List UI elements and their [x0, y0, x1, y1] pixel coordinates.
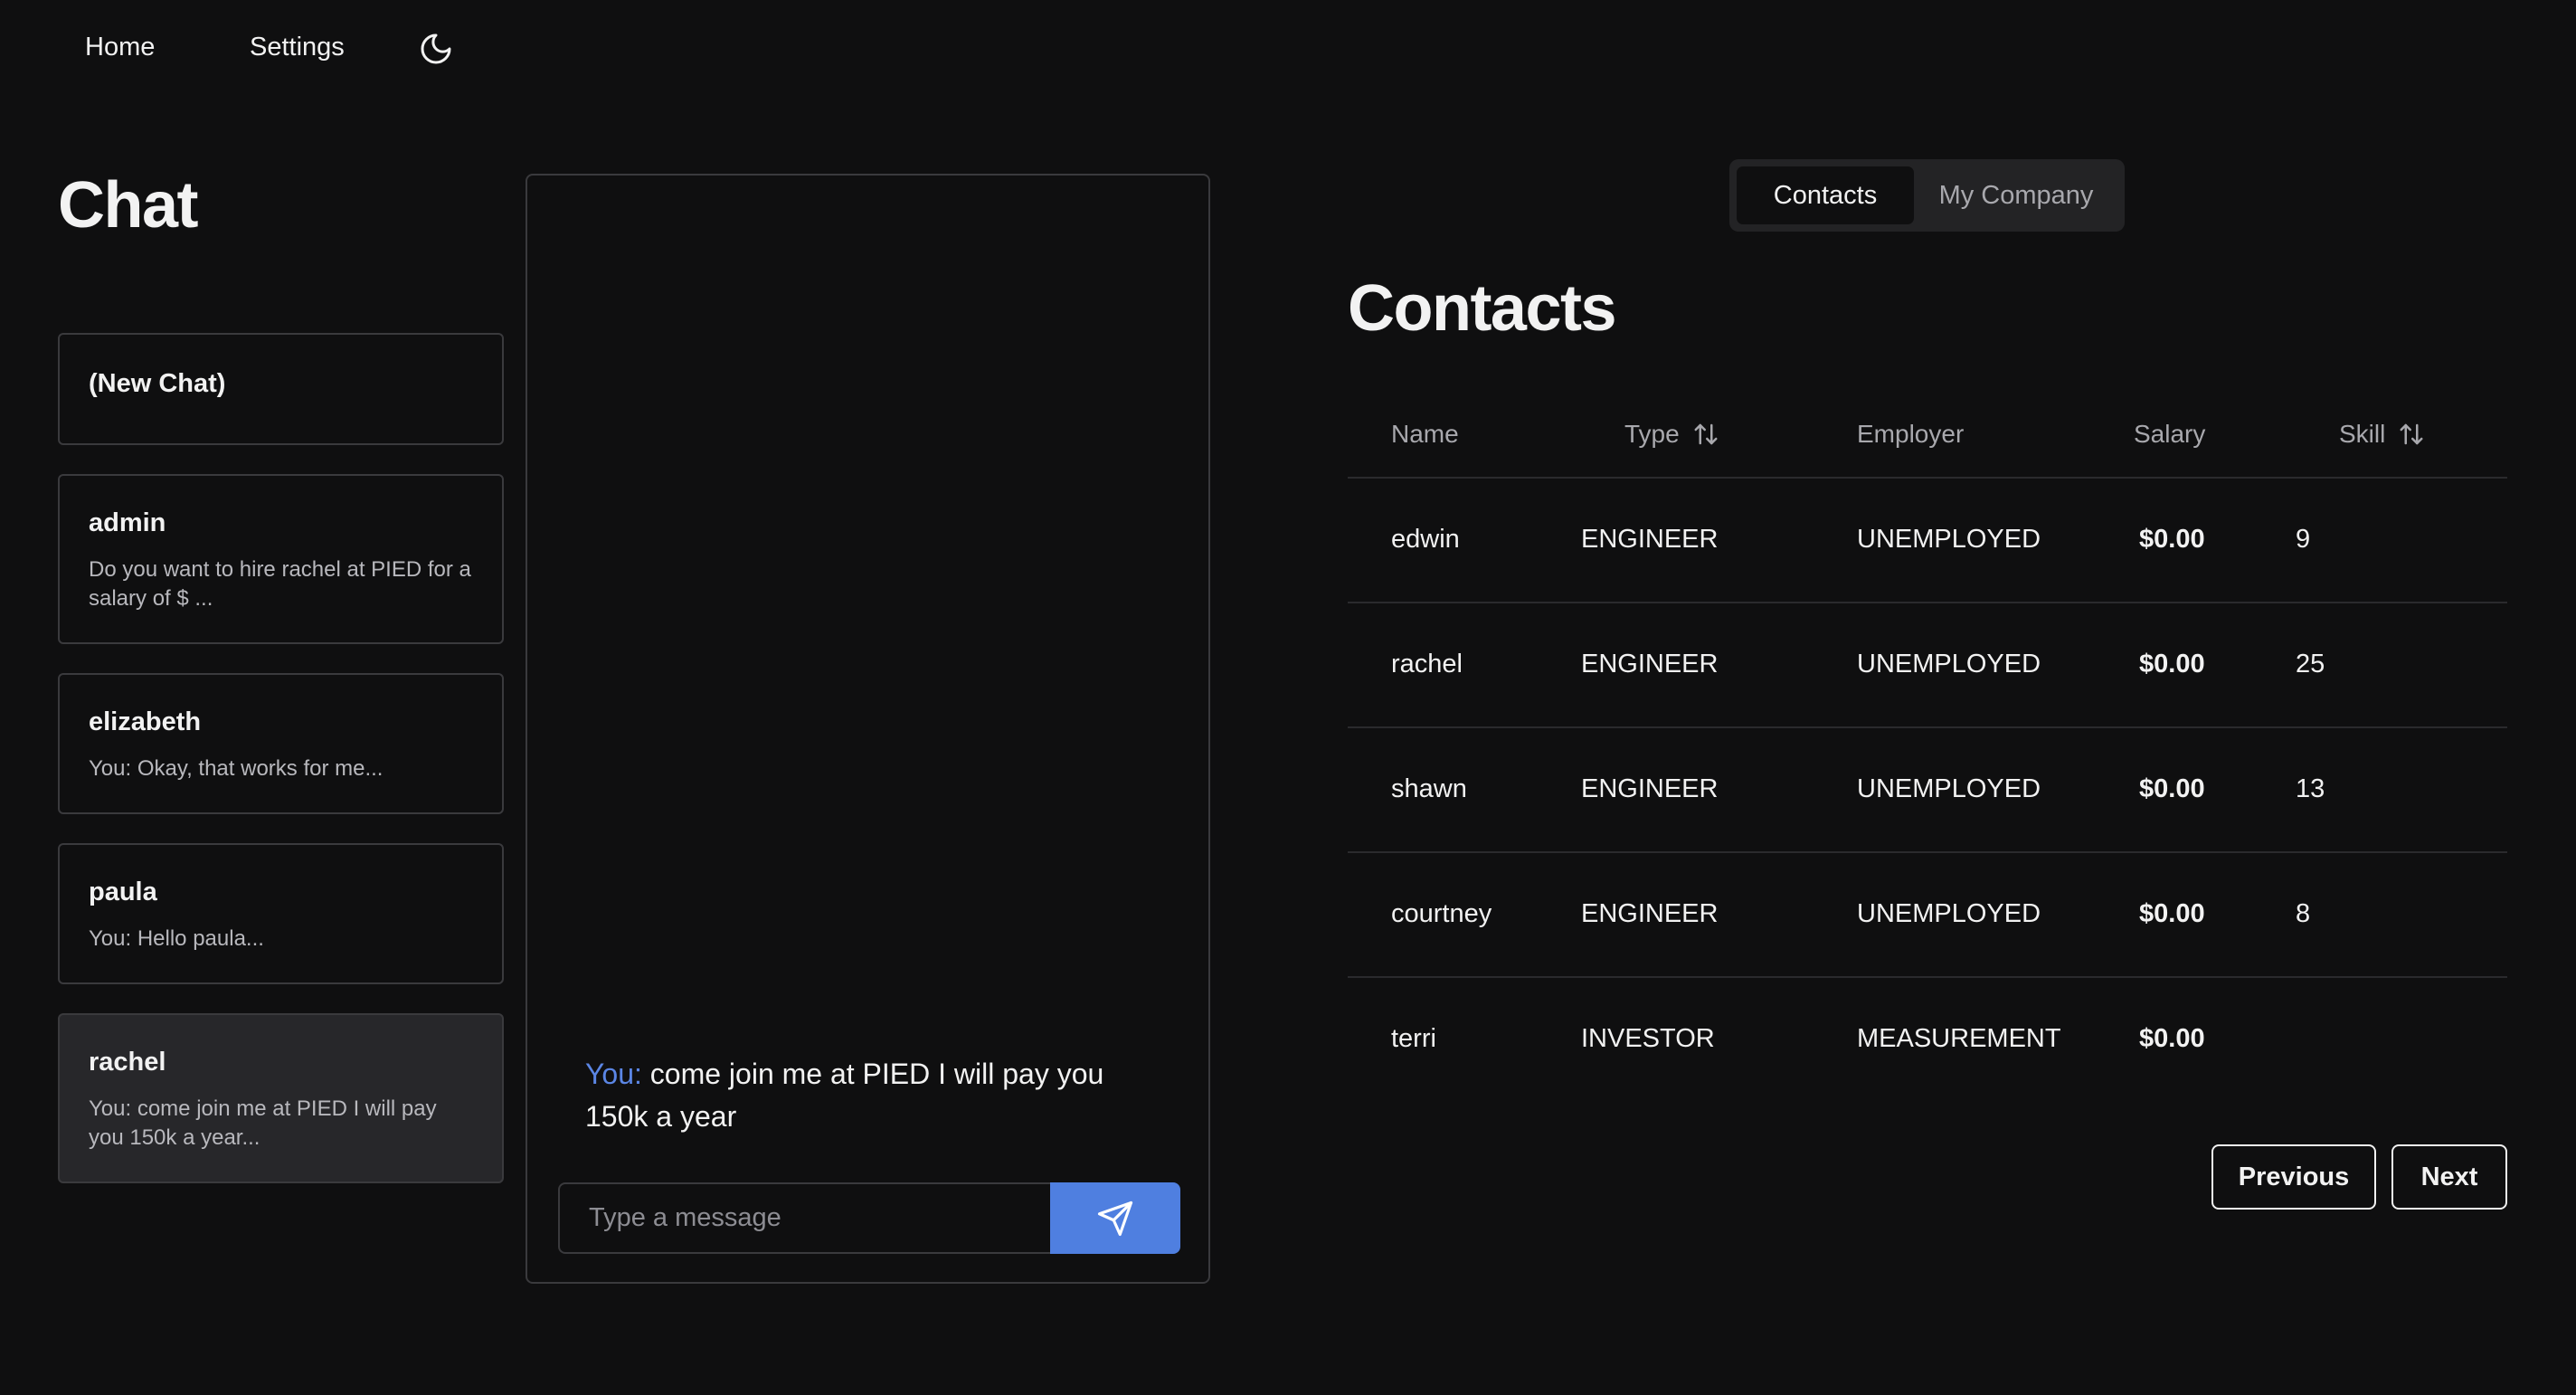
- chat-item-paula[interactable]: paula You: Hello paula...: [58, 843, 504, 984]
- nav-home-link[interactable]: Home: [85, 33, 155, 62]
- send-button[interactable]: [1050, 1182, 1180, 1254]
- chat-item-admin[interactable]: admin Do you want to hire rachel at PIED…: [58, 474, 504, 644]
- theme-toggle-button[interactable]: [418, 31, 454, 67]
- column-header-skill[interactable]: Skill: [2339, 420, 2425, 449]
- tab-bar: Contacts My Company: [1729, 159, 2125, 232]
- column-header-salary: Salary: [2134, 420, 2206, 448]
- tab-contacts[interactable]: Contacts: [1737, 166, 1914, 224]
- message-input[interactable]: [558, 1182, 1052, 1254]
- chat-item-preview: You: Okay, that works for me...: [89, 756, 384, 781]
- chat-item-new-chat[interactable]: (New Chat): [58, 333, 504, 445]
- chat-item-name: admin: [89, 508, 166, 537]
- chat-item-name: elizabeth: [89, 707, 202, 736]
- sort-arrows-icon: [2400, 423, 2423, 445]
- chat-item-name: rachel: [89, 1048, 166, 1077]
- moon-icon: [421, 33, 451, 64]
- cell-name: courtney: [1391, 899, 1492, 928]
- message-sender: You:: [585, 1058, 642, 1090]
- message-text: come join me at PIED I will pay you 150k…: [585, 1058, 1104, 1133]
- cell-skill: 13: [2296, 774, 2325, 803]
- send-icon: [1097, 1200, 1133, 1236]
- cell-name: shawn: [1391, 774, 1467, 803]
- chat-item-elizabeth[interactable]: elizabeth You: Okay, that works for me..…: [58, 673, 504, 814]
- chat-item-preview: You: come join me at PIED I will pay you…: [89, 1096, 437, 1150]
- cell-type: ENGINEER: [1581, 525, 1719, 554]
- cell-name: edwin: [1391, 525, 1460, 554]
- column-header-employer: Employer: [1857, 420, 1965, 448]
- cell-type: ENGINEER: [1581, 899, 1719, 928]
- chat-item-name: (New Chat): [89, 369, 226, 398]
- sort-arrows-icon: [1694, 423, 1718, 445]
- cell-employer: UNEMPLOYED: [1857, 525, 2041, 554]
- column-header-name: Name: [1391, 420, 1459, 448]
- previous-button[interactable]: Previous: [2211, 1144, 2376, 1210]
- table-divider: [1348, 477, 2507, 479]
- chat-message: You: come join me at PIED I will pay you…: [585, 1053, 1128, 1138]
- cell-salary: $0.00: [2139, 774, 2205, 803]
- cell-employer: MEASUREMENT: [1857, 1024, 2061, 1053]
- table-divider: [1348, 602, 2507, 603]
- contacts-title: Contacts: [1348, 272, 1617, 345]
- chat-item-preview: Do you want to hire rachel at PIED for a…: [89, 557, 471, 611]
- chat-item-preview: You: Hello paula...: [89, 926, 264, 951]
- table-divider: [1348, 851, 2507, 853]
- cell-name: terri: [1391, 1024, 1436, 1053]
- cell-skill: 9: [2296, 525, 2311, 554]
- chat-item-name: paula: [89, 878, 157, 906]
- cell-type: ENGINEER: [1581, 774, 1719, 803]
- chat-title: Chat: [58, 169, 199, 242]
- cell-name: rachel: [1391, 650, 1463, 679]
- cell-employer: UNEMPLOYED: [1857, 774, 2041, 803]
- cell-salary: $0.00: [2139, 899, 2205, 928]
- cell-skill: 8: [2296, 899, 2311, 928]
- tab-my-company[interactable]: My Company: [1914, 166, 2118, 224]
- column-header-type[interactable]: Type: [1624, 420, 1719, 449]
- cell-employer: UNEMPLOYED: [1857, 650, 2041, 679]
- cell-skill: 25: [2296, 650, 2325, 679]
- next-button[interactable]: Next: [2391, 1144, 2507, 1210]
- table-divider: [1348, 726, 2507, 728]
- cell-salary: $0.00: [2139, 650, 2205, 679]
- chat-window: You: come join me at PIED I will pay you…: [526, 174, 1210, 1284]
- cell-salary: $0.00: [2139, 525, 2205, 554]
- chat-item-rachel[interactable]: rachel You: come join me at PIED I will …: [58, 1013, 504, 1183]
- table-divider: [1348, 976, 2507, 978]
- cell-employer: UNEMPLOYED: [1857, 899, 2041, 928]
- cell-type: INVESTOR: [1581, 1024, 1715, 1053]
- cell-type: ENGINEER: [1581, 650, 1719, 679]
- nav-settings-link[interactable]: Settings: [250, 33, 345, 62]
- cell-salary: $0.00: [2139, 1024, 2205, 1053]
